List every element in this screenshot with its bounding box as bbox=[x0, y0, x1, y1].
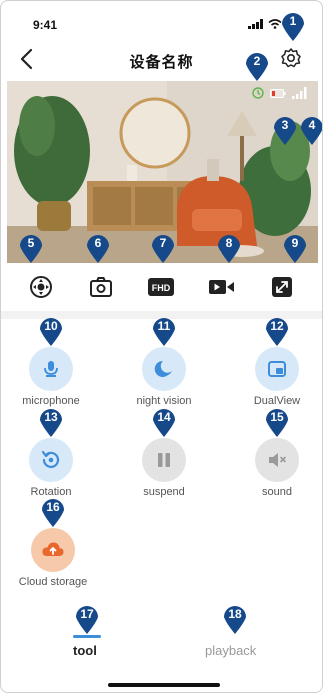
cloud-storage-label: Cloud storage bbox=[18, 576, 88, 588]
status-time: 9:41 bbox=[33, 18, 58, 32]
callout-pin: 3 bbox=[272, 114, 298, 146]
status-bar: 9:41 bbox=[1, 1, 322, 41]
night-vision-button[interactable]: night vision bbox=[114, 347, 214, 407]
home-indicator bbox=[108, 683, 220, 687]
expand-icon bbox=[271, 277, 292, 297]
callout-pin: 10 bbox=[38, 315, 64, 347]
gear-icon[interactable] bbox=[280, 47, 302, 69]
app-screen: 9:41 设备名称 FHD microphone night vision Du… bbox=[0, 0, 323, 693]
camera-battery-icon bbox=[270, 88, 286, 98]
fhd-icon: FHD bbox=[148, 278, 175, 296]
microphone-button[interactable]: microphone bbox=[1, 347, 101, 407]
callout-pin: 2 bbox=[244, 50, 270, 82]
callout-pin: 4 bbox=[299, 114, 322, 146]
moon-star-icon bbox=[154, 360, 172, 377]
rotation-button[interactable]: Rotation bbox=[1, 438, 101, 498]
callout-pin: 14 bbox=[151, 406, 177, 438]
page-title: 设备名称 bbox=[129, 54, 194, 71]
dualview-button[interactable]: DualView bbox=[227, 347, 322, 407]
callout-pin: 1 bbox=[280, 10, 306, 42]
fullscreen-button[interactable] bbox=[268, 273, 296, 301]
suspend-label: suspend bbox=[143, 486, 185, 498]
callout-pin: 17 bbox=[74, 603, 100, 635]
record-button[interactable] bbox=[208, 273, 236, 301]
signal-icon bbox=[248, 19, 263, 29]
callout-pin: 15 bbox=[264, 406, 290, 438]
callout-pin: 8 bbox=[216, 232, 242, 264]
mute-icon bbox=[269, 453, 286, 467]
activity-icon bbox=[252, 87, 264, 99]
video-record-icon bbox=[208, 280, 234, 294]
tab-active-indicator bbox=[73, 635, 101, 638]
suspend-button[interactable]: suspend bbox=[114, 438, 214, 498]
rotation-circle bbox=[29, 438, 73, 482]
dual-view-icon bbox=[268, 361, 286, 377]
microphone-circle bbox=[29, 347, 73, 391]
callout-pin: 9 bbox=[282, 232, 308, 264]
rotate-icon bbox=[41, 450, 60, 468]
ptz-icon bbox=[30, 276, 53, 298]
callout-pin: 11 bbox=[151, 315, 177, 347]
callout-pin: 12 bbox=[264, 315, 290, 347]
camera-status bbox=[252, 87, 308, 99]
callout-pin: 18 bbox=[222, 603, 248, 635]
callout-pin: 16 bbox=[40, 496, 66, 528]
svg-text:FHD: FHD bbox=[152, 283, 171, 293]
callout-pin: 13 bbox=[38, 406, 64, 438]
tab-playback[interactable]: playback bbox=[205, 643, 256, 658]
sound-label: sound bbox=[262, 486, 292, 498]
cloud-upload-icon bbox=[42, 542, 64, 556]
camera-signal-icon bbox=[292, 87, 307, 99]
suspend-circle bbox=[142, 438, 186, 482]
callout-pin: 5 bbox=[18, 232, 44, 264]
microphone-icon bbox=[44, 361, 58, 377]
ptz-control-button[interactable] bbox=[27, 273, 55, 301]
dualview-circle bbox=[255, 347, 299, 391]
cloud-storage-circle bbox=[31, 528, 75, 572]
sound-circle bbox=[255, 438, 299, 482]
tab-tool[interactable]: tool bbox=[73, 643, 97, 658]
resolution-button[interactable]: FHD bbox=[147, 273, 175, 301]
pause-icon bbox=[158, 453, 170, 467]
sound-button[interactable]: sound bbox=[227, 438, 322, 498]
cloud-storage-button[interactable]: Cloud storage bbox=[3, 528, 103, 588]
video-control-bar: FHD bbox=[1, 265, 322, 309]
bottom-tab-bar: tool playback bbox=[1, 643, 322, 665]
snapshot-button[interactable] bbox=[87, 273, 115, 301]
callout-pin: 6 bbox=[85, 232, 111, 264]
camera-icon bbox=[90, 277, 113, 297]
nav-bar: 设备名称 bbox=[1, 41, 322, 79]
night-vision-circle bbox=[142, 347, 186, 391]
callout-pin: 7 bbox=[150, 232, 176, 264]
